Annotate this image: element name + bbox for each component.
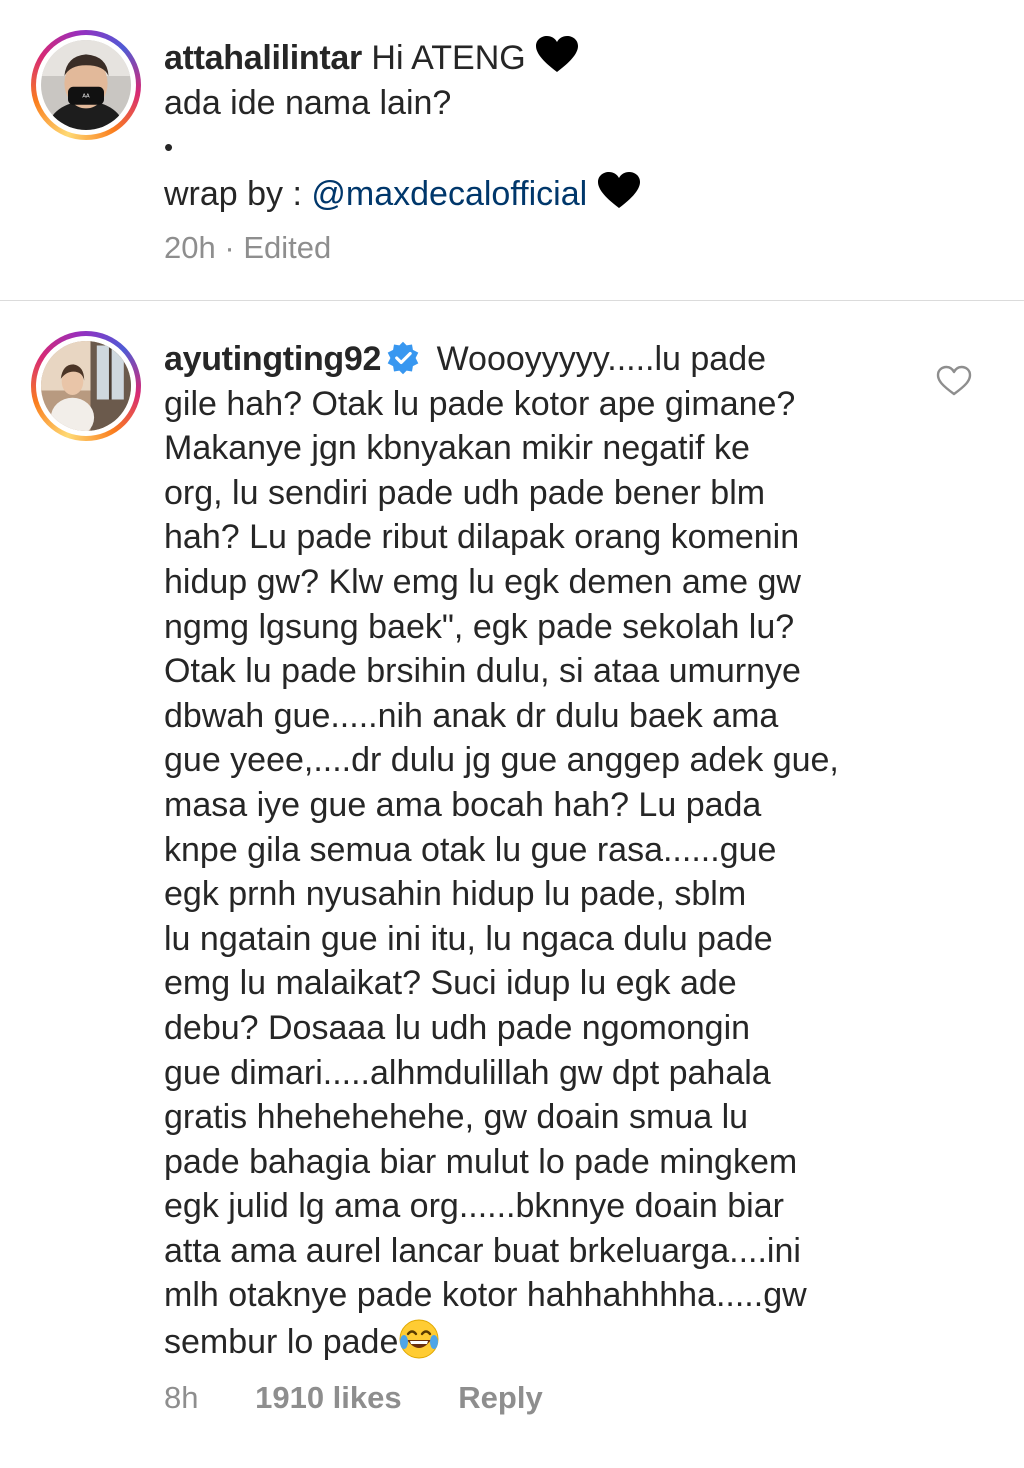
- comment-line: Otak lu pade brsihin dulu, si ataa umurn…: [164, 652, 801, 691]
- comment-line: egk prnh nyusahin hidup lu pade, sblm: [164, 875, 747, 914]
- avatar-photo-icon: AA: [41, 40, 131, 130]
- comment-line: hah? Lu pade ribut dilapak orang komenin: [164, 518, 800, 557]
- comment-line-0: ayutingting92 Woooyyyyy.....lu pade: [164, 337, 839, 382]
- comment-line: lu ngatain gue ini itu, lu ngaca dulu pa…: [164, 919, 773, 958]
- comment-line: org, lu sendiri pade udh pade bener blm: [164, 473, 766, 512]
- avatar-image: [41, 341, 131, 431]
- comment-line: masa iye gue ama bocah hah? Lu pada: [164, 785, 762, 824]
- comment-line: debu? Dosaaa lu udh pade ngomongin: [164, 1008, 751, 1047]
- comment-line: gile hah? Otak lu pade kotor ape gimane?: [164, 384, 796, 423]
- comment-meta: 8h 1910 likes Reply: [164, 1380, 543, 1416]
- reply-button[interactable]: Reply: [458, 1380, 542, 1415]
- mention-link[interactable]: @maxdecalofficial: [311, 175, 587, 213]
- comment-line: egk julid lg ama org......bknnye doain b…: [164, 1187, 784, 1226]
- verified-badge-icon: [387, 341, 419, 375]
- likes-count[interactable]: 1910 likes: [255, 1380, 402, 1415]
- comment-line: gue dimari.....alhmdulillah gw dpt pahal…: [164, 1053, 771, 1092]
- comment-line: Makanye jgn kbnyakan mikir negatif ke: [164, 429, 750, 468]
- comment-line: mlh otaknye pade kotor hahhahhhha.....gw: [164, 1276, 807, 1315]
- avatar-ring-gap: [36, 336, 136, 436]
- avatar-ring-gap: AA: [36, 35, 136, 135]
- comment-text-last: sembur lo pade: [164, 1323, 399, 1362]
- heart-outline-icon[interactable]: [936, 365, 972, 397]
- comment-line: ngmg lgsung baek", egk pade sekolah lu?: [164, 607, 795, 646]
- avatar-ayutingting92[interactable]: [31, 331, 141, 441]
- meta-separator: ·: [224, 230, 235, 265]
- avatar-photo-icon: [41, 341, 131, 431]
- caption-text-1: Hi ATENG: [371, 39, 526, 77]
- comment-line: hidup gw? Klw emg lu egk demen ame gw: [164, 562, 801, 601]
- avatar-image: AA: [41, 40, 131, 130]
- caption-line-2: ada ide nama lain?: [164, 83, 452, 122]
- svg-text:AA: AA: [82, 94, 90, 100]
- comment-line: dbwah gue.....nih anak dr dulu baek ama: [164, 696, 779, 735]
- avatar-attahalilintar[interactable]: AA: [31, 30, 141, 140]
- caption-line-1: attahalilintar Hi ATENG: [164, 36, 641, 81]
- comment-line: atta ama aurel lancar buat brkeluarga...…: [164, 1231, 801, 1270]
- comment-line: gratis hhehehehehe, gw doain smua lu: [164, 1098, 749, 1137]
- black-heart-emoji-icon: [597, 171, 640, 208]
- comment-username[interactable]: ayutingting92: [164, 340, 381, 378]
- caption-time: 20h: [164, 230, 216, 265]
- comment-time: 8h: [164, 1380, 199, 1415]
- black-heart-emoji-icon: [536, 36, 579, 72]
- caption-bullet: •: [164, 132, 174, 163]
- comment-line: gue yeee,....dr dulu jg gue anggep adek …: [164, 741, 839, 780]
- comment-text: ayutingting92 Woooyyyyy.....lu pade gile…: [164, 337, 839, 1365]
- wrap-prefix: wrap by :: [164, 174, 312, 213]
- tears-of-joy-emoji-icon: [399, 1319, 439, 1359]
- comment-line: knpe gila semua otak lu gue rasa......gu…: [164, 830, 777, 869]
- caption-text: attahalilintar Hi ATENG ada ide nama lai…: [164, 36, 641, 216]
- comment-line-last: sembur lo pade: [164, 1318, 839, 1365]
- caption-meta: 20h · Edited: [164, 230, 331, 266]
- comment-line: emg lu malaikat? Suci idup lu egk ade: [164, 964, 737, 1003]
- caption-username[interactable]: attahalilintar: [164, 39, 362, 77]
- edited-label: Edited: [243, 230, 332, 265]
- comment-line: pade bahagia biar mulut lo pade mingkem: [164, 1142, 798, 1181]
- section-divider: [0, 300, 1024, 301]
- caption-line-wrap: wrap by : @maxdecalofficial: [164, 171, 641, 217]
- comment-text-0: Woooyyyyy.....lu pade: [436, 340, 767, 378]
